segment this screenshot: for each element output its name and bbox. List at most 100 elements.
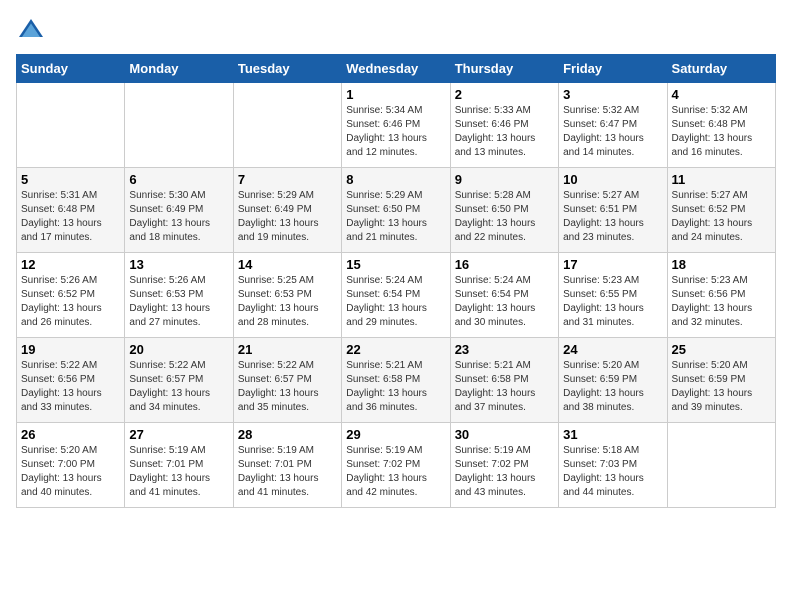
calendar-cell: 30 Sunrise: 5:19 AM Sunset: 7:02 PM Dayli… (450, 423, 558, 508)
day-info: Sunrise: 5:33 AM Sunset: 6:46 PM Dayligh… (455, 104, 554, 160)
day-info: Sunrise: 5:22 AM Sunset: 6:57 PM Dayligh… (238, 359, 337, 415)
calendar-cell: 5 Sunrise: 5:31 AM Sunset: 6:48 PM Daylig… (17, 168, 125, 253)
weekday-header: Friday (559, 55, 667, 83)
calendar-cell: 28 Sunrise: 5:19 AM Sunset: 7:01 PM Dayli… (233, 423, 341, 508)
weekday-header: Monday (125, 55, 233, 83)
day-info: Sunrise: 5:20 AM Sunset: 6:59 PM Dayligh… (563, 359, 662, 415)
day-info: Sunrise: 5:19 AM Sunset: 7:01 PM Dayligh… (238, 444, 337, 500)
day-number: 7 (238, 172, 337, 187)
day-number: 12 (21, 257, 120, 272)
calendar-cell: 16 Sunrise: 5:24 AM Sunset: 6:54 PM Dayli… (450, 253, 558, 338)
calendar-cell: 3 Sunrise: 5:32 AM Sunset: 6:47 PM Daylig… (559, 83, 667, 168)
day-info: Sunrise: 5:31 AM Sunset: 6:48 PM Dayligh… (21, 189, 120, 245)
calendar-header-row: SundayMondayTuesdayWednesdayThursdayFrid… (17, 55, 776, 83)
day-info: Sunrise: 5:27 AM Sunset: 6:51 PM Dayligh… (563, 189, 662, 245)
day-info: Sunrise: 5:23 AM Sunset: 6:56 PM Dayligh… (672, 274, 771, 330)
day-number: 31 (563, 427, 662, 442)
day-info: Sunrise: 5:26 AM Sunset: 6:53 PM Dayligh… (129, 274, 228, 330)
day-info: Sunrise: 5:18 AM Sunset: 7:03 PM Dayligh… (563, 444, 662, 500)
calendar-cell: 8 Sunrise: 5:29 AM Sunset: 6:50 PM Daylig… (342, 168, 450, 253)
day-info: Sunrise: 5:30 AM Sunset: 6:49 PM Dayligh… (129, 189, 228, 245)
weekday-header: Saturday (667, 55, 775, 83)
day-number: 28 (238, 427, 337, 442)
calendar-cell: 12Sunrise: 5:26 AM Sunset: 6:52 PM Dayli… (17, 253, 125, 338)
day-number: 14 (238, 257, 337, 272)
day-info: Sunrise: 5:22 AM Sunset: 6:56 PM Dayligh… (21, 359, 120, 415)
day-number: 1 (346, 87, 445, 102)
day-info: Sunrise: 5:24 AM Sunset: 6:54 PM Dayligh… (455, 274, 554, 330)
day-number: 26 (21, 427, 120, 442)
calendar-cell: 19 Sunrise: 5:22 AM Sunset: 6:56 PM Dayli… (17, 338, 125, 423)
day-number: 30 (455, 427, 554, 442)
day-info: Sunrise: 5:24 AM Sunset: 6:54 PM Dayligh… (346, 274, 445, 330)
day-number: 23 (455, 342, 554, 357)
day-number: 25 (672, 342, 771, 357)
day-info: Sunrise: 5:27 AM Sunset: 6:52 PM Dayligh… (672, 189, 771, 245)
calendar-cell (233, 83, 341, 168)
day-number: 15 (346, 257, 445, 272)
weekday-header: Wednesday (342, 55, 450, 83)
calendar-week-row: 19 Sunrise: 5:22 AM Sunset: 6:56 PM Dayli… (17, 338, 776, 423)
day-number: 4 (672, 87, 771, 102)
day-number: 20 (129, 342, 228, 357)
calendar-cell: 10 Sunrise: 5:27 AM Sunset: 6:51 PM Dayli… (559, 168, 667, 253)
calendar-cell: 27Sunrise: 5:19 AM Sunset: 7:01 PM Dayli… (125, 423, 233, 508)
day-number: 29 (346, 427, 445, 442)
calendar-cell: 18 Sunrise: 5:23 AM Sunset: 6:56 PM Dayli… (667, 253, 775, 338)
calendar-week-row: 26 Sunrise: 5:20 AM Sunset: 7:00 PM Dayli… (17, 423, 776, 508)
day-number: 22 (346, 342, 445, 357)
day-info: Sunrise: 5:21 AM Sunset: 6:58 PM Dayligh… (346, 359, 445, 415)
calendar-cell (17, 83, 125, 168)
calendar-cell: 11 Sunrise: 5:27 AM Sunset: 6:52 PM Dayli… (667, 168, 775, 253)
day-number: 11 (672, 172, 771, 187)
day-info: Sunrise: 5:32 AM Sunset: 6:47 PM Dayligh… (563, 104, 662, 160)
day-number: 13 (129, 257, 228, 272)
logo (16, 16, 50, 46)
weekday-header: Thursday (450, 55, 558, 83)
calendar-cell: 9 Sunrise: 5:28 AM Sunset: 6:50 PM Daylig… (450, 168, 558, 253)
day-number: 18 (672, 257, 771, 272)
calendar-cell: 26 Sunrise: 5:20 AM Sunset: 7:00 PM Dayli… (17, 423, 125, 508)
day-number: 19 (21, 342, 120, 357)
calendar-cell: 25 Sunrise: 5:20 AM Sunset: 6:59 PM Dayli… (667, 338, 775, 423)
day-number: 16 (455, 257, 554, 272)
calendar-cell: 14 Sunrise: 5:25 AM Sunset: 6:53 PM Dayli… (233, 253, 341, 338)
day-info: Sunrise: 5:20 AM Sunset: 7:00 PM Dayligh… (21, 444, 120, 500)
day-info: Sunrise: 5:29 AM Sunset: 6:50 PM Dayligh… (346, 189, 445, 245)
day-info: Sunrise: 5:25 AM Sunset: 6:53 PM Dayligh… (238, 274, 337, 330)
calendar-cell: 17Sunrise: 5:23 AM Sunset: 6:55 PM Dayli… (559, 253, 667, 338)
page-header (16, 16, 776, 46)
calendar-cell: 13 Sunrise: 5:26 AM Sunset: 6:53 PM Dayli… (125, 253, 233, 338)
calendar-cell: 23 Sunrise: 5:21 AM Sunset: 6:58 PM Dayli… (450, 338, 558, 423)
calendar-week-row: 1 Sunrise: 5:34 AM Sunset: 6:46 PM Daylig… (17, 83, 776, 168)
calendar-cell: 4 Sunrise: 5:32 AM Sunset: 6:48 PM Daylig… (667, 83, 775, 168)
day-info: Sunrise: 5:34 AM Sunset: 6:46 PM Dayligh… (346, 104, 445, 160)
day-number: 8 (346, 172, 445, 187)
day-info: Sunrise: 5:29 AM Sunset: 6:49 PM Dayligh… (238, 189, 337, 245)
calendar-cell: 6 Sunrise: 5:30 AM Sunset: 6:49 PM Daylig… (125, 168, 233, 253)
weekday-header: Tuesday (233, 55, 341, 83)
day-info: Sunrise: 5:28 AM Sunset: 6:50 PM Dayligh… (455, 189, 554, 245)
day-info: Sunrise: 5:19 AM Sunset: 7:02 PM Dayligh… (455, 444, 554, 500)
day-number: 3 (563, 87, 662, 102)
day-info: Sunrise: 5:32 AM Sunset: 6:48 PM Dayligh… (672, 104, 771, 160)
day-number: 5 (21, 172, 120, 187)
calendar-week-row: 5 Sunrise: 5:31 AM Sunset: 6:48 PM Daylig… (17, 168, 776, 253)
calendar-cell: 2 Sunrise: 5:33 AM Sunset: 6:46 PM Daylig… (450, 83, 558, 168)
weekday-header: Sunday (17, 55, 125, 83)
calendar-week-row: 12Sunrise: 5:26 AM Sunset: 6:52 PM Dayli… (17, 253, 776, 338)
calendar-cell: 20Sunrise: 5:22 AM Sunset: 6:57 PM Dayli… (125, 338, 233, 423)
calendar-table: SundayMondayTuesdayWednesdayThursdayFrid… (16, 54, 776, 508)
day-number: 6 (129, 172, 228, 187)
day-number: 24 (563, 342, 662, 357)
calendar-cell: 1 Sunrise: 5:34 AM Sunset: 6:46 PM Daylig… (342, 83, 450, 168)
day-info: Sunrise: 5:19 AM Sunset: 7:02 PM Dayligh… (346, 444, 445, 500)
day-info: Sunrise: 5:23 AM Sunset: 6:55 PM Dayligh… (563, 274, 662, 330)
calendar-cell: 21Sunrise: 5:22 AM Sunset: 6:57 PM Dayli… (233, 338, 341, 423)
day-number: 2 (455, 87, 554, 102)
day-number: 10 (563, 172, 662, 187)
day-info: Sunrise: 5:19 AM Sunset: 7:01 PM Dayligh… (129, 444, 228, 500)
day-number: 9 (455, 172, 554, 187)
day-info: Sunrise: 5:20 AM Sunset: 6:59 PM Dayligh… (672, 359, 771, 415)
day-info: Sunrise: 5:21 AM Sunset: 6:58 PM Dayligh… (455, 359, 554, 415)
